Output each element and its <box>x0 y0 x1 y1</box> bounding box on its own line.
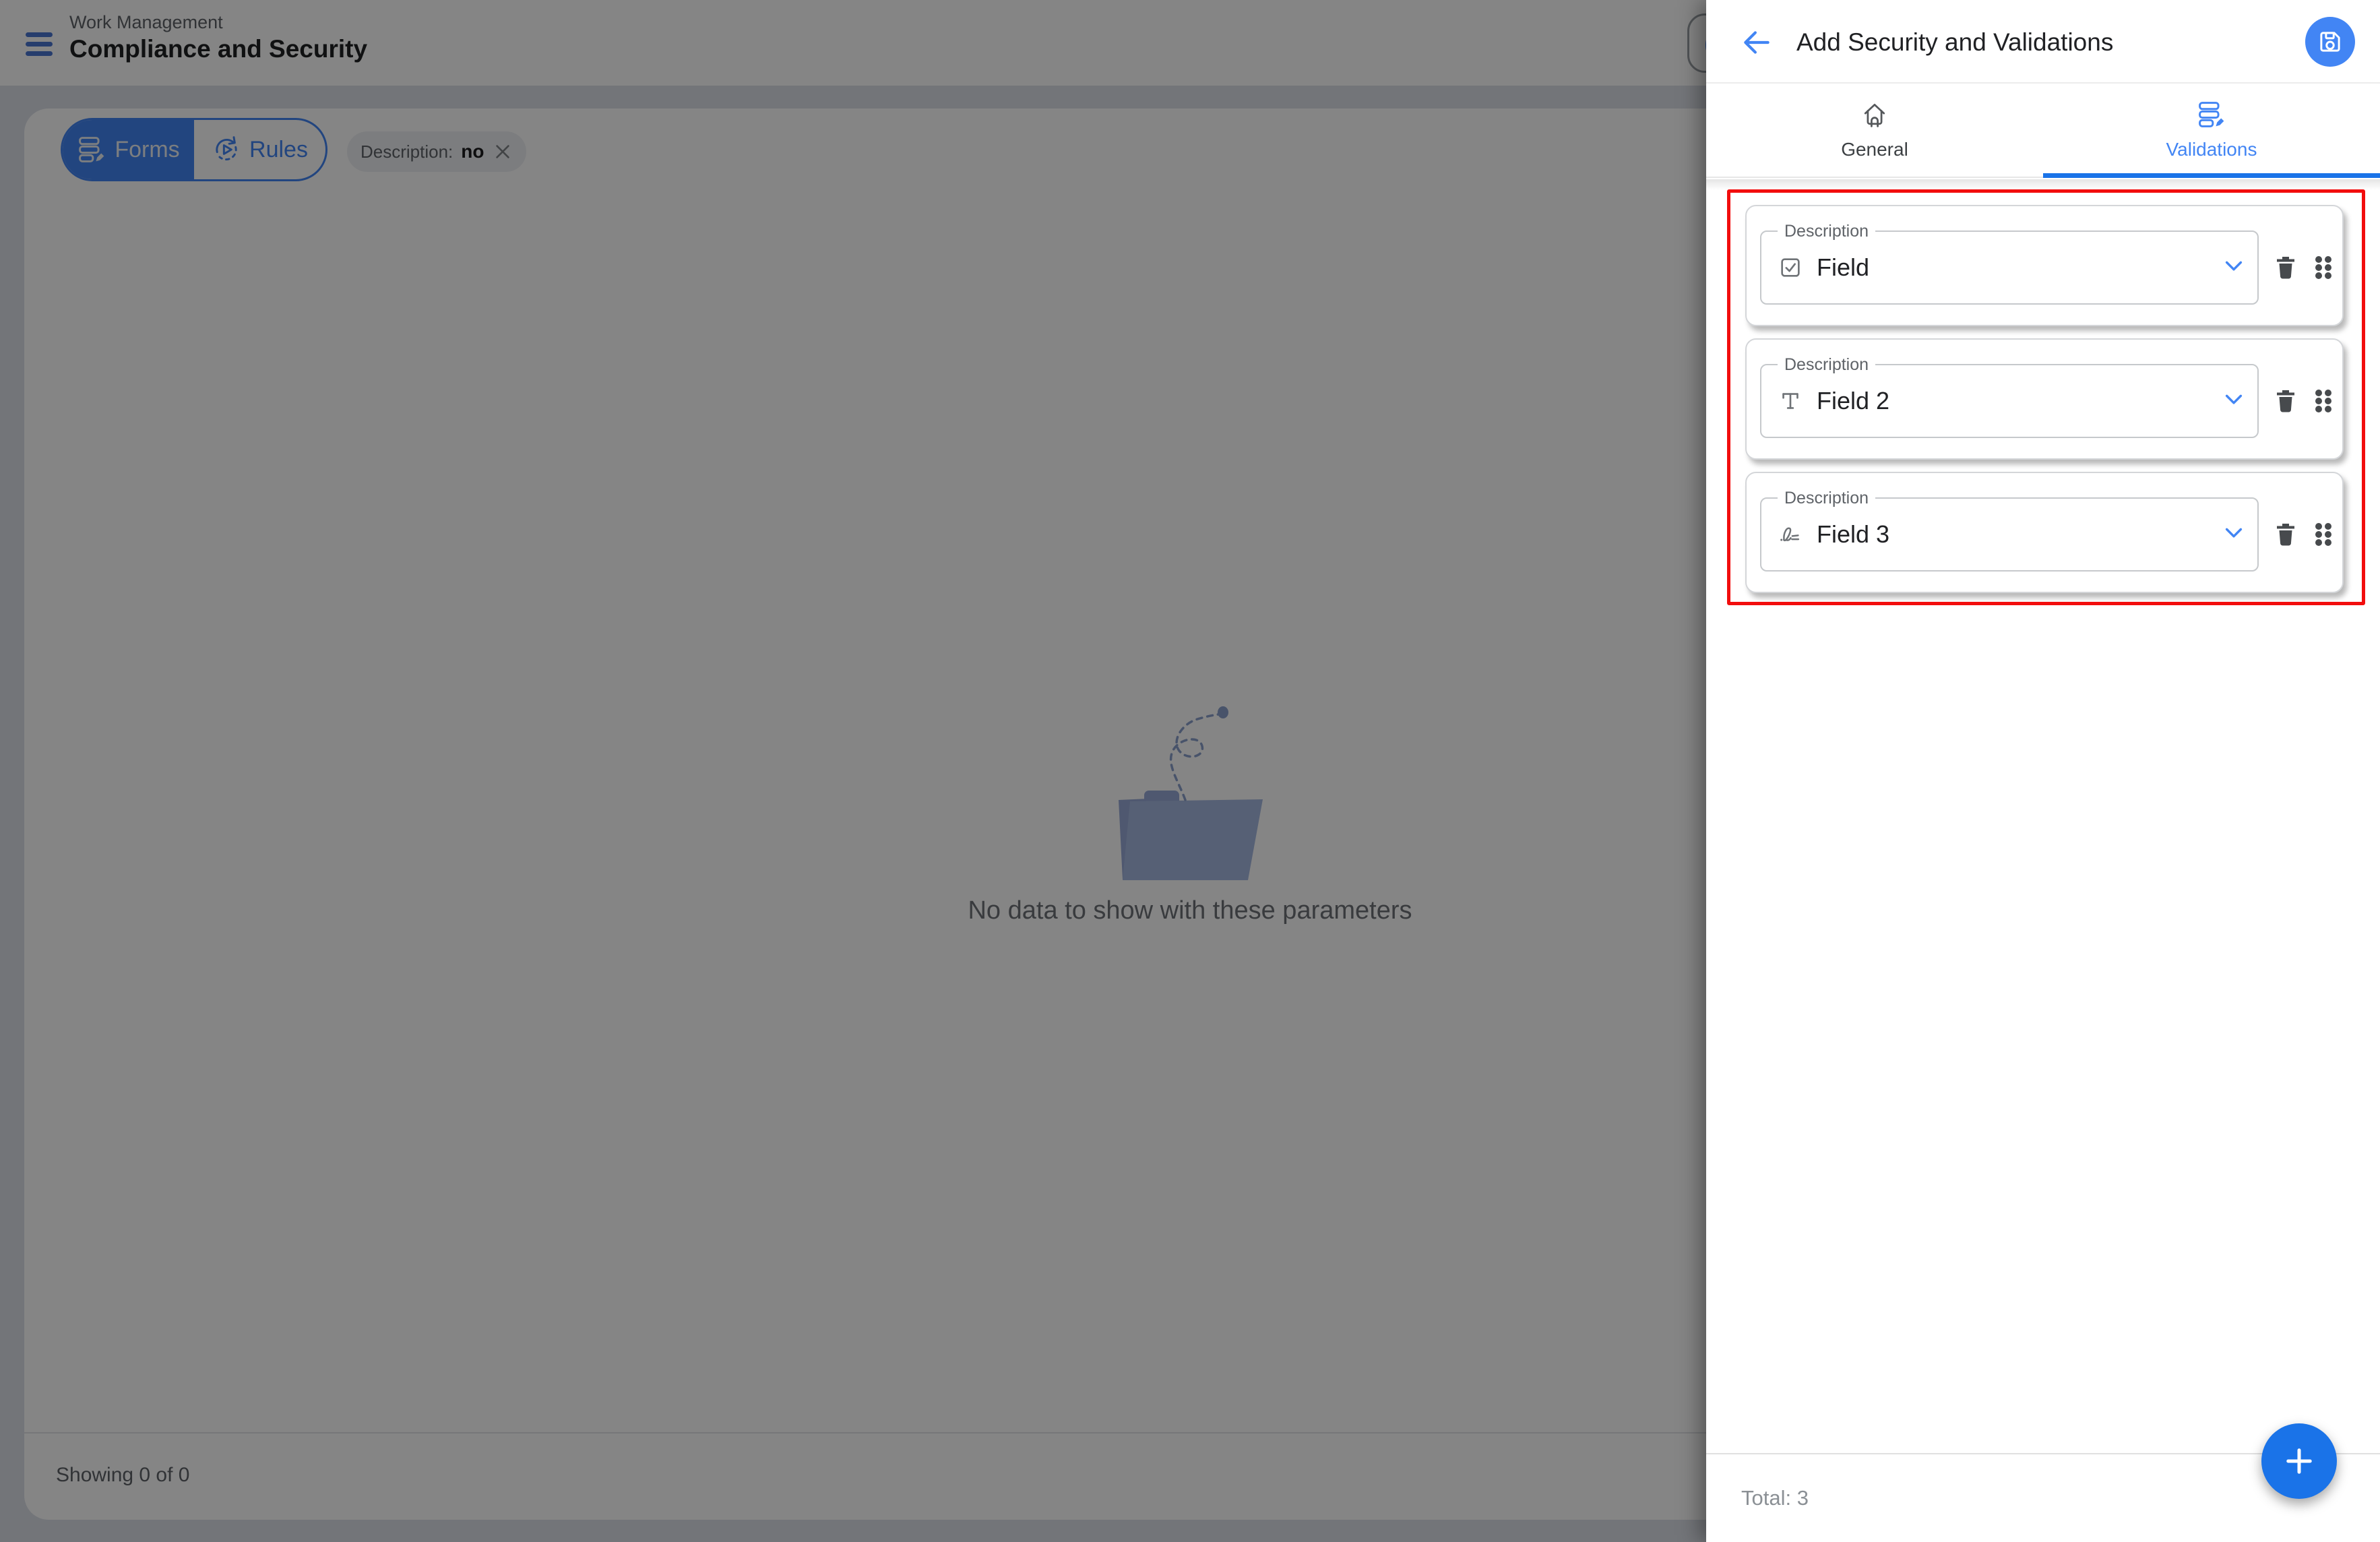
add-validation-button[interactable] <box>2261 1423 2337 1499</box>
drawer-header: Add Security and Validations <box>1706 0 2380 84</box>
drawer-tabs: General Validations <box>1706 84 2380 178</box>
save-button[interactable] <box>2305 17 2355 67</box>
drawer-title: Add Security and Validations <box>1796 28 2114 56</box>
tab-general-label: General <box>1841 139 1908 160</box>
active-tab-indicator <box>2043 173 2380 178</box>
tab-validations[interactable]: Validations <box>2043 84 2380 177</box>
validations-icon <box>2199 102 2224 127</box>
tab-validations-label: Validations <box>2166 139 2257 160</box>
back-arrow-icon[interactable] <box>1740 26 1774 59</box>
annotation-highlight-box <box>1727 189 2365 605</box>
tab-general[interactable]: General <box>1706 84 2043 177</box>
tabs-shadow <box>1706 179 2380 190</box>
total-count: Total: 3 <box>1741 1486 1809 1510</box>
plus-icon <box>2286 1448 2312 1474</box>
home-icon <box>1864 103 1885 127</box>
save-icon <box>2320 32 2340 52</box>
